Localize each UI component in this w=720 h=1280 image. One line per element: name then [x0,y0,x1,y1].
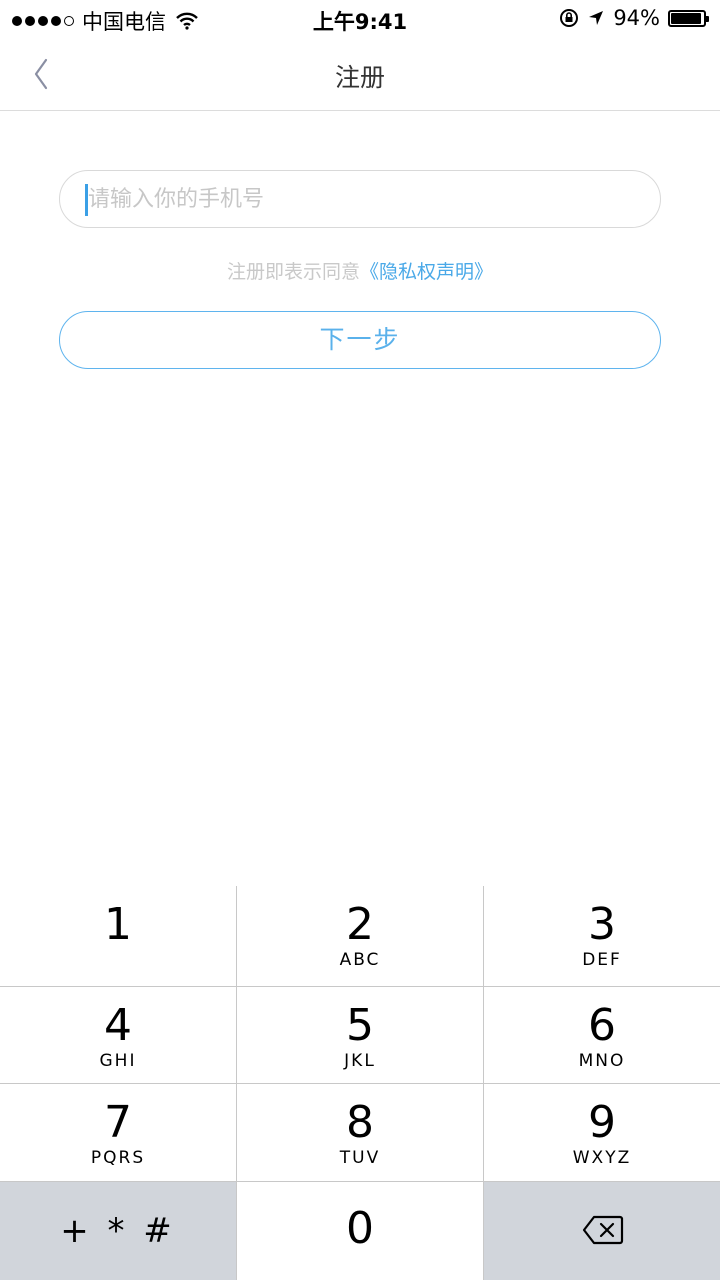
key-letters: WXYZ [572,1148,632,1168]
status-right: 94% [559,6,709,30]
key-letters: PQRS [90,1148,146,1168]
key-3[interactable]: 3 DEF [484,886,720,986]
phone-input-container[interactable] [59,170,661,228]
key-letters: JKL [344,1051,376,1071]
key-digit: 5 [346,1000,374,1051]
key-digit: 4 [104,1000,132,1051]
key-6[interactable]: 6 MNO [484,986,720,1083]
status-bar: 中国电信 上午9:41 94% [0,0,720,38]
page-title: 注册 [334,63,385,92]
key-digit: 6 [588,1000,616,1051]
key-digit: 2 [346,899,374,950]
key-letters: MNO [578,1051,626,1071]
symbols-key[interactable]: + * # [0,1181,237,1280]
battery-fill [671,12,701,24]
key-9[interactable]: 9 WXYZ [484,1083,720,1181]
key-5[interactable]: 5 JKL [237,986,484,1083]
agreement-notice: 注册即表示同意《隐私权声明》 [0,257,720,284]
backspace-icon [582,1215,624,1245]
key-8[interactable]: 8 TUV [237,1083,484,1181]
battery-percent: 94% [613,6,660,30]
key-letters: TUV [339,1148,381,1168]
key-1[interactable]: 1 [0,886,237,986]
location-arrow-icon [589,11,604,25]
key-7[interactable]: 7 PQRS [0,1083,237,1181]
key-digit: 8 [346,1097,374,1148]
key-letters: ABC [339,950,381,970]
key-digit: 1 [104,899,132,950]
delete-key[interactable] [484,1181,720,1280]
key-symbols: + * # [60,1211,176,1251]
key-0[interactable]: 0 [237,1181,484,1280]
privacy-policy-link[interactable]: 《隐私权声明》 [360,261,493,283]
key-digit: 3 [588,899,616,950]
key-2[interactable]: 2 ABC [237,886,484,986]
key-letters: GHI [99,1051,137,1071]
key-digit: 0 [346,1203,374,1254]
key-4[interactable]: 4 GHI [0,986,237,1083]
phone-number-input[interactable] [86,171,638,227]
key-letters: DEF [582,950,622,970]
key-digit: 7 [104,1097,132,1148]
agreement-text: 注册即表示同意 [226,261,360,283]
nav-bar: 注册 [0,38,720,111]
next-step-button[interactable]: 下一步 [59,311,661,369]
numeric-keypad: 1 2 ABC 3 DEF 4 GHI 5 JKL 6 MNO 7 PQRS 8… [0,886,720,1280]
battery-icon [668,9,709,27]
orientation-lock-icon [560,9,579,27]
key-digit: 9 [588,1097,616,1148]
